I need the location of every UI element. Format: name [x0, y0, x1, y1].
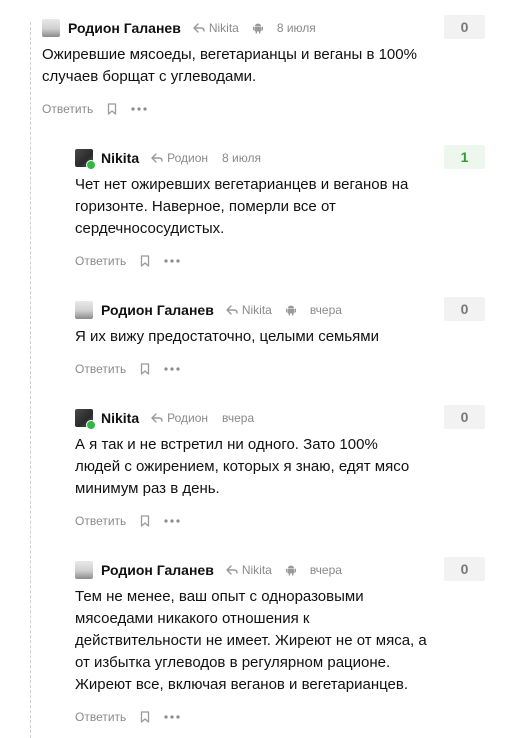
comment-header: Родион Галанев Nikita вчера 0: [75, 297, 485, 321]
comment-text: Я их вижу предостаточно, целыми семьями: [75, 328, 379, 345]
comment-date[interactable]: вчера: [222, 411, 254, 425]
comment-date[interactable]: вчера: [310, 563, 342, 577]
comment-date[interactable]: вчера: [310, 303, 342, 317]
comment-actions: Ответить: [75, 512, 485, 530]
avatar[interactable]: [42, 19, 60, 37]
rating-badge[interactable]: 0: [444, 297, 485, 321]
avatar[interactable]: [75, 561, 93, 579]
comment-date[interactable]: 8 июля: [277, 21, 316, 35]
comment-actions: Ответить: [75, 360, 485, 378]
author-name[interactable]: Родион Галанев: [101, 302, 214, 318]
comment-date[interactable]: 8 июля: [222, 151, 261, 165]
rating-badge[interactable]: 1: [444, 145, 485, 169]
more-horizontal-icon[interactable]: [164, 715, 180, 719]
online-indicator: [86, 160, 96, 170]
reply-arrow-icon: [151, 413, 163, 423]
author-name[interactable]: Родион Галанев: [68, 20, 181, 36]
more-horizontal-icon[interactable]: [131, 107, 147, 111]
comment: Nikita Родион вчера 0 А я так и не встре…: [75, 405, 485, 530]
reply-to[interactable]: Родион: [151, 411, 208, 425]
author-name[interactable]: Nikita: [101, 410, 139, 426]
author-name[interactable]: Nikita: [101, 150, 139, 166]
thread-line: [30, 22, 31, 738]
rating-badge[interactable]: 0: [444, 557, 485, 581]
reply-to-name: Nikita: [241, 563, 272, 577]
comment-text: Чет нет ожиревших вегетарианцев и вегано…: [75, 176, 409, 237]
comment: Nikita Родион 8 июля 1 Чет нет ожиревших…: [75, 145, 485, 270]
comment-text: Ожиревшие мясоеды, вегетарианцы и веганы…: [42, 46, 417, 85]
reply-arrow-icon: [226, 565, 238, 575]
reply-button[interactable]: Ответить: [75, 362, 126, 376]
avatar[interactable]: [75, 301, 93, 319]
bookmark-icon[interactable]: [140, 711, 150, 723]
android-icon: [285, 565, 296, 576]
more-horizontal-icon[interactable]: [164, 259, 180, 263]
reply-to[interactable]: Nikita: [226, 563, 272, 577]
android-icon: [285, 305, 296, 316]
bookmark-icon[interactable]: [107, 103, 117, 115]
rating-badge[interactable]: 0: [444, 15, 485, 39]
comment-actions: Ответить: [75, 252, 485, 270]
reply-button[interactable]: Ответить: [42, 102, 93, 116]
comment-header: Nikita Родион вчера 0: [75, 405, 485, 430]
reply-to[interactable]: Nikita: [226, 303, 272, 317]
reply-button[interactable]: Ответить: [75, 514, 126, 528]
reply-to-name: Родион: [167, 151, 209, 165]
rating-badge[interactable]: 0: [444, 405, 485, 429]
avatar[interactable]: [75, 409, 96, 430]
comment-text: Тем не менее, ваш опыт с одноразовыми мя…: [75, 588, 427, 693]
comment-actions: Ответить: [75, 708, 485, 726]
reply-to-name: Nikita: [241, 303, 272, 317]
bookmark-icon[interactable]: [140, 515, 150, 527]
bookmark-icon[interactable]: [140, 363, 150, 375]
comment-header: Родион Галанев Nikita вчера 0: [75, 557, 485, 581]
comment-header: Родион Галанев Nikita 8 июля 0: [42, 15, 485, 39]
reply-to[interactable]: Родион: [151, 151, 208, 165]
online-indicator: [86, 420, 96, 430]
comment-text: А я так и не встретил ни одного. Зато 10…: [75, 436, 410, 497]
avatar[interactable]: [75, 149, 96, 170]
reply-to-name: Родион: [167, 411, 209, 425]
comment: Родион Галанев Nikita вчера 0 Я их вижу …: [75, 297, 485, 378]
comment-actions: Ответить: [42, 100, 485, 118]
comment: Родион Галанев Nikita вчера 0 Тем не мен…: [75, 557, 485, 726]
more-horizontal-icon[interactable]: [164, 367, 180, 371]
reply-to[interactable]: Nikita: [193, 21, 239, 35]
comment: Родион Галанев Nikita 8 июля 0 Ожиревшие…: [42, 15, 485, 118]
android-icon: [252, 23, 263, 34]
author-name[interactable]: Родион Галанев: [101, 562, 214, 578]
reply-arrow-icon: [151, 153, 163, 163]
more-horizontal-icon[interactable]: [164, 519, 180, 523]
reply-arrow-icon: [193, 23, 205, 33]
comment-header: Nikita Родион 8 июля 1: [75, 145, 485, 170]
reply-button[interactable]: Ответить: [75, 254, 126, 268]
bookmark-icon[interactable]: [140, 255, 150, 267]
reply-button[interactable]: Ответить: [75, 710, 126, 724]
reply-to-name: Nikita: [208, 21, 239, 35]
reply-arrow-icon: [226, 305, 238, 315]
